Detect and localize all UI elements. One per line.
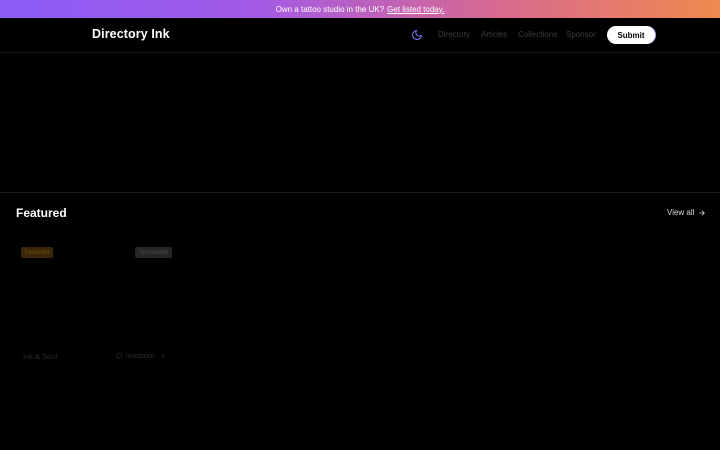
location-pin-icon [116, 352, 123, 359]
section-divider [0, 192, 720, 193]
site-logo[interactable]: Directory Ink [92, 27, 170, 41]
get-listed-link[interactable]: Get listed today. [387, 5, 444, 14]
card-location-label: liverpool [126, 351, 154, 360]
site-header: Directory Ink Directory Articles Collect… [0, 18, 720, 53]
promo-banner: Own a tattoo studio in the UK? Get liste… [0, 0, 720, 18]
arrow-right-icon [699, 210, 706, 215]
nav-directory[interactable]: Directory [438, 30, 470, 39]
nav-articles[interactable]: Articles [481, 30, 507, 39]
featured-heading: Featured [16, 206, 67, 220]
featured-badge: Featured [21, 247, 54, 258]
view-all-label: View all [667, 208, 695, 217]
submit-button[interactable]: Submit [607, 26, 655, 44]
card-location[interactable]: liverpool [116, 351, 166, 360]
nav-collections[interactable]: Collections [518, 30, 557, 39]
chevron-right-icon [161, 353, 165, 358]
card-studio-name[interactable]: Ink & Soul [23, 352, 57, 361]
moon-icon[interactable] [411, 29, 423, 41]
banner-text: Own a tattoo studio in the UK? [275, 4, 385, 14]
view-all-link[interactable]: View all [667, 208, 706, 217]
nav-sponsor[interactable]: Sponsor [566, 30, 596, 39]
sponsored-badge: Sponsored [135, 247, 173, 258]
